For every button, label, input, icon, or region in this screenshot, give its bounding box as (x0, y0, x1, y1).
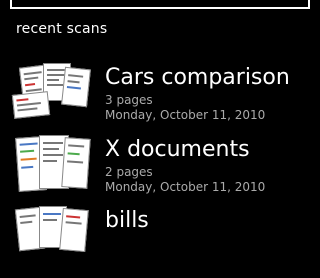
scan-list-item[interactable]: Cars comparison 3 pages Monday, October … (11, 63, 313, 135)
scan-page-count: 3 pages (105, 93, 153, 107)
scan-page-count: 2 pages (105, 165, 153, 179)
scan-thumbnail (13, 206, 93, 262)
scan-title: X documents (105, 137, 250, 162)
scan-list-item[interactable]: bills (13, 206, 313, 278)
search-box[interactable] (10, 0, 310, 9)
scan-thumbnail (11, 63, 93, 119)
scan-title: Cars comparison (105, 65, 290, 90)
scan-thumbnail (13, 135, 93, 192)
scan-list-item[interactable]: X documents 2 pages Monday, October 11, … (13, 135, 313, 207)
scan-date: Monday, October 11, 2010 (105, 108, 266, 122)
scan-date: Monday, October 11, 2010 (105, 180, 266, 194)
scan-title: bills (105, 208, 149, 233)
section-title: recent scans (16, 21, 108, 37)
